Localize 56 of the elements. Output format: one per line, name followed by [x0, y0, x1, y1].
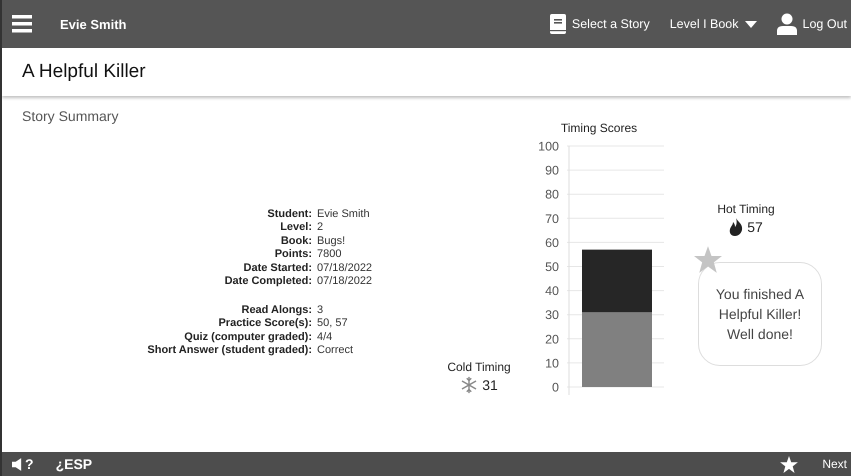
caret-icon [744, 20, 757, 28]
detail-value: Bugs! [317, 234, 346, 247]
detail-label: Practice Score(s): [217, 317, 312, 330]
next-button[interactable]: Next [822, 457, 847, 471]
detail-label: Short Answer (student graded): [146, 344, 312, 356]
log-out-link[interactable]: Log Out [802, 17, 847, 31]
detail-value: 50, 57 [317, 317, 348, 330]
section-title: Story Summary [22, 108, 120, 124]
chart-bar [582, 250, 652, 312]
axis-tick-label: 30 [545, 308, 559, 322]
user-name: Evie Smith [60, 16, 126, 32]
detail-value: 4/4 [317, 330, 332, 343]
detail-label: Quiz (computer graded): [183, 330, 312, 343]
detail-value: 3 [317, 304, 324, 316]
axis-tick-label: 40 [545, 284, 559, 298]
detail-label: Points: [274, 248, 312, 260]
hot-timing-label: Hot Timing [717, 202, 775, 216]
detail-value: 07/18/2022 [317, 262, 372, 274]
flame-icon [729, 218, 744, 236]
detail-value: Evie Smith [317, 208, 370, 220]
hot-timing-score: 57 [747, 219, 763, 235]
axis-tick-label: 80 [545, 188, 559, 202]
detail-value: 07/18/2022 [317, 275, 372, 288]
axis-tick-label: 100 [538, 140, 559, 154]
detail-value: Correct [317, 344, 354, 356]
menu-icon[interactable] [12, 15, 32, 33]
axis-tick-label: 10 [545, 356, 559, 370]
detail-label: Book: [280, 234, 312, 247]
star-icon[interactable] [780, 456, 798, 472]
select-story-link[interactable]: Select a Story [572, 17, 650, 31]
book-icon [550, 14, 566, 34]
story-title: A Helpful Killer [22, 61, 146, 83]
star-icon [694, 246, 722, 273]
audio-help-button[interactable]: ? [25, 456, 34, 472]
completion-message: You finished A Helpful Killer! Well done! [715, 285, 805, 344]
detail-label: Date Completed: [224, 275, 312, 288]
detail-label: Student: [266, 208, 312, 220]
detail-label: Read Alongs: [240, 304, 312, 316]
chart-title: Timing Scores [560, 121, 638, 135]
axis-tick-label: 90 [545, 164, 559, 178]
snowflake-icon [460, 376, 478, 394]
spanish-toggle[interactable]: ¿ESP [56, 456, 92, 472]
detail-value: 7800 [317, 248, 342, 260]
detail-value: 2 [317, 221, 324, 234]
detail-label: Level: [279, 221, 312, 234]
axis-tick-label: 70 [545, 212, 559, 226]
detail-label: Date Started: [242, 262, 312, 274]
axis-tick-label: 0 [552, 380, 559, 394]
speaker-icon[interactable] [12, 458, 23, 470]
axis-tick-label: 20 [545, 332, 559, 346]
axis-tick-label: 50 [545, 260, 559, 274]
axis-tick-label: 60 [545, 236, 559, 250]
level-book-dropdown[interactable]: Level I Book [670, 17, 739, 31]
person-icon [776, 13, 797, 35]
cold-timing-score: 31 [482, 377, 498, 393]
cold-timing-label: Cold Timing [447, 360, 511, 374]
